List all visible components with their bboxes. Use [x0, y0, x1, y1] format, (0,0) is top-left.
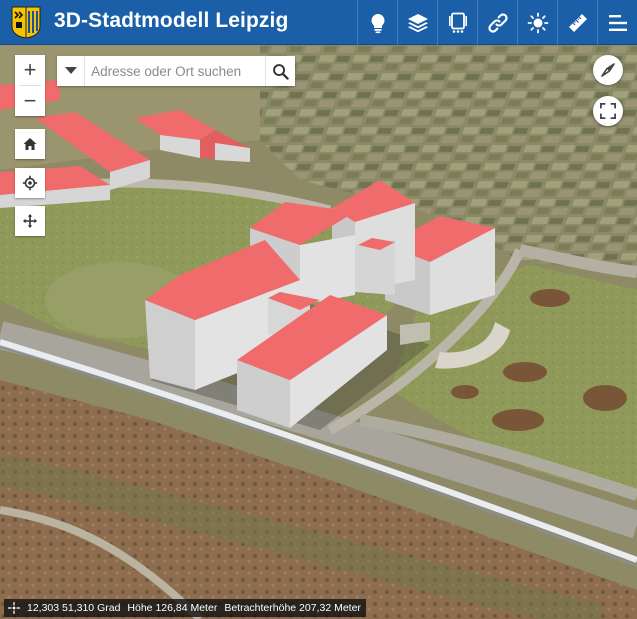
- search-button[interactable]: [265, 56, 295, 86]
- fullscreen-button[interactable]: [593, 96, 623, 126]
- chevron-down-icon: [64, 67, 77, 74]
- compass-icon: [601, 63, 615, 77]
- locate-button[interactable]: [15, 168, 45, 198]
- home-button[interactable]: [15, 129, 45, 159]
- viewer-height-readout: Betrachterhöhe 207,32 Meter: [224, 602, 361, 614]
- zoom-out-button[interactable]: −: [15, 86, 45, 116]
- leipzig-coat-of-arms-icon: [11, 6, 41, 39]
- search-icon: [273, 63, 289, 80]
- zoom-controls: + −: [15, 55, 45, 116]
- sun-button[interactable]: [517, 0, 557, 45]
- device-icon: [448, 12, 467, 33]
- app-title: 3D-Stadtmodell Leipzig: [54, 9, 289, 32]
- pan-icon: [23, 214, 37, 228]
- share-link-button[interactable]: [477, 0, 517, 45]
- locate-icon: [22, 175, 38, 191]
- header-toolbar: [357, 0, 637, 45]
- compass-button[interactable]: [593, 55, 623, 85]
- fullscreen-icon: [600, 103, 616, 119]
- menu-icon: [608, 14, 627, 31]
- search-source-dropdown[interactable]: [57, 56, 86, 86]
- status-bar: 12,303 51,310 Grad Höhe 126,84 Meter Bet…: [4, 599, 366, 617]
- ruler-icon: [568, 13, 587, 32]
- city-scene: [0, 45, 637, 619]
- layers-button[interactable]: [397, 0, 437, 45]
- sun-icon: [527, 12, 548, 33]
- app-window: 3D-Stadtmodell Leipzig + − Adresse oder …: [0, 0, 637, 619]
- home-icon: [23, 138, 37, 150]
- coordinate-readout: 12,303 51,310 Grad: [27, 602, 121, 614]
- menu-button[interactable]: [597, 0, 637, 45]
- zoom-in-button[interactable]: +: [15, 55, 45, 85]
- measure-button[interactable]: [557, 0, 597, 45]
- address-search: [57, 56, 295, 86]
- map-3d-view[interactable]: + −: [0, 45, 637, 619]
- pan-button[interactable]: [15, 206, 45, 236]
- height-readout: Höhe 126,84 Meter: [127, 602, 218, 614]
- layers-icon: [407, 13, 428, 32]
- search-input[interactable]: [85, 56, 266, 86]
- lightbulb-icon: [371, 13, 384, 33]
- legend-button[interactable]: [357, 0, 397, 45]
- header-bar: 3D-Stadtmodell Leipzig: [0, 0, 637, 45]
- crosshair-icon: [8, 602, 20, 614]
- link-icon: [487, 12, 508, 33]
- tools-button[interactable]: [437, 0, 477, 45]
